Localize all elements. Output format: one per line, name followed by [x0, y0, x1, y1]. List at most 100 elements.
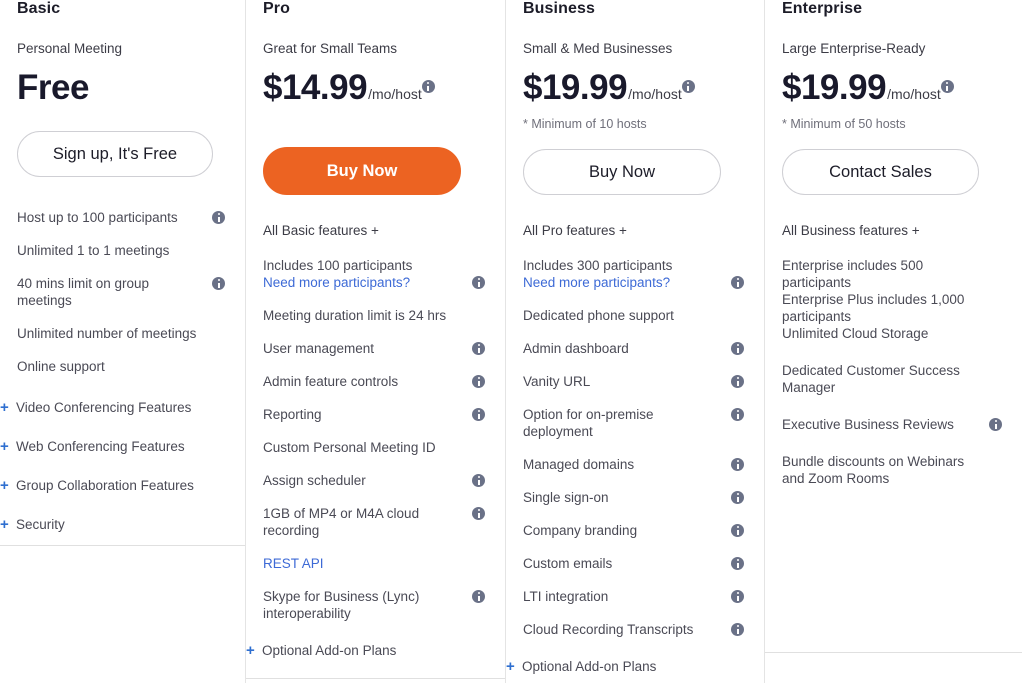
- feature-list-basic: Host up to 100 participants Unlimited 1 …: [0, 209, 227, 533]
- info-icon[interactable]: [472, 408, 485, 421]
- info-icon[interactable]: [472, 276, 485, 289]
- feature-label: Vanity URL: [523, 374, 591, 389]
- info-icon[interactable]: [731, 491, 744, 504]
- info-icon[interactable]: [681, 80, 695, 93]
- plan-price-business: $19.99: [523, 68, 628, 107]
- feature-item: Executive Business Reviews: [782, 416, 1004, 433]
- expander-optional-addon-plans[interactable]: + Optional Add-on Plans: [506, 658, 746, 675]
- feature-label: Unlimited Cloud Storage: [782, 326, 929, 341]
- feature-label: Single sign-on: [523, 490, 609, 505]
- plus-icon: +: [0, 438, 9, 455]
- buy-now-button[interactable]: Buy Now: [523, 149, 721, 195]
- feature-label: Admin dashboard: [523, 341, 629, 356]
- feature-list-business: Includes 300 participants Need more part…: [506, 257, 746, 675]
- feature-label: Skype for Business (Lync) interoperabili…: [263, 589, 420, 621]
- plan-column-pro: Pro Great for Small Teams $14.99 /mo/hos…: [245, 0, 505, 683]
- feature-label: User management: [263, 341, 375, 356]
- info-icon[interactable]: [212, 211, 225, 224]
- info-icon[interactable]: [472, 507, 485, 520]
- plan-column-enterprise: Enterprise Large Enterprise-Ready $19.99…: [764, 0, 1022, 683]
- info-icon[interactable]: [731, 375, 744, 388]
- rest-api-link[interactable]: REST API: [263, 555, 461, 572]
- expander-video-conferencing-features[interactable]: + Video Conferencing Features: [0, 399, 227, 416]
- feature-item: Assign scheduler: [263, 472, 487, 489]
- info-icon[interactable]: [472, 590, 485, 603]
- feature-label: Custom emails: [523, 556, 613, 571]
- info-icon[interactable]: [989, 418, 1002, 431]
- expander-label: Video Conferencing Features: [16, 400, 192, 415]
- feature-item: Bundle discounts on Webinars and Zoom Ro…: [782, 453, 1004, 487]
- expander-optional-addon-plans[interactable]: + Optional Add-on Plans: [246, 642, 487, 659]
- feature-label: LTI integration: [523, 589, 609, 604]
- info-icon[interactable]: [472, 474, 485, 487]
- info-icon[interactable]: [472, 342, 485, 355]
- expander-security[interactable]: + Security: [0, 516, 227, 533]
- feature-item: Admin dashboard: [523, 340, 746, 357]
- feature-item: Host up to 100 participants: [17, 209, 227, 226]
- expander-label: Security: [16, 517, 65, 532]
- plan-tagline-basic: Personal Meeting: [17, 41, 123, 56]
- feature-item: Unlimited number of meetings: [17, 325, 227, 342]
- expander-label: Optional Add-on Plans: [522, 659, 657, 674]
- info-icon[interactable]: [940, 80, 954, 93]
- info-icon[interactable]: [421, 80, 435, 93]
- feature-item: Option for on-premise deployment: [523, 406, 746, 440]
- feature-item: Dedicated phone support: [523, 307, 746, 324]
- feature-label: Reporting: [263, 407, 322, 422]
- feature-label: Assign scheduler: [263, 473, 366, 488]
- cta-wrap-pro: Buy Now: [263, 147, 487, 195]
- feature-item: User management: [263, 340, 487, 357]
- feature-label: 1GB of MP4 or M4A cloud recording: [263, 506, 420, 538]
- feature-item: Dedicated Customer Success Manager: [782, 362, 1004, 396]
- feature-item: Skype for Business (Lync) interoperabili…: [263, 588, 487, 622]
- plan-price-enterprise: $19.99: [782, 68, 887, 107]
- plus-icon: +: [246, 642, 255, 659]
- feature-item: Cloud Recording Transcripts: [523, 621, 746, 638]
- plan-title-business: Business: [523, 0, 595, 17]
- card-bottom-divider: [765, 652, 1022, 653]
- feature-label: Company branding: [523, 523, 638, 538]
- plan-price-unit-business: /mo/host: [628, 86, 682, 102]
- info-icon[interactable]: [731, 590, 744, 603]
- feature-item: Online support: [17, 358, 227, 375]
- expander-label: Web Conferencing Features: [16, 439, 185, 454]
- info-icon[interactable]: [731, 557, 744, 570]
- info-icon[interactable]: [731, 458, 744, 471]
- plan-tagline-enterprise: Large Enterprise-Ready: [782, 41, 926, 56]
- includes-heading-business: All Pro features +: [523, 223, 627, 238]
- feature-label: Enterprise includes 500 participants: [782, 258, 924, 290]
- expander-web-conferencing-features[interactable]: + Web Conferencing Features: [0, 438, 227, 455]
- plan-title-basic: Basic: [17, 0, 61, 17]
- contact-sales-button[interactable]: Contact Sales: [782, 149, 979, 195]
- info-icon[interactable]: [472, 375, 485, 388]
- need-more-participants-link[interactable]: Need more participants?: [523, 274, 720, 291]
- need-more-participants-link[interactable]: Need more participants?: [263, 274, 461, 291]
- feature-item: Includes 100 participants Need more part…: [263, 257, 487, 291]
- info-icon[interactable]: [731, 524, 744, 537]
- buy-now-button[interactable]: Buy Now: [263, 147, 461, 195]
- plan-price-basic: Free: [17, 68, 89, 107]
- plan-tagline-business: Small & Med Businesses: [523, 41, 673, 56]
- feature-label: Includes 300 participants: [523, 258, 673, 273]
- feature-list-enterprise: Enterprise includes 500 participants Ent…: [782, 257, 1004, 487]
- info-icon[interactable]: [731, 342, 744, 355]
- plan-price-unit-enterprise: /mo/host: [887, 86, 941, 102]
- feature-label: Dedicated Customer Success Manager: [782, 363, 960, 395]
- feature-label: Cloud Recording Transcripts: [523, 622, 694, 637]
- cta-wrap-enterprise: Contact Sales: [782, 149, 1004, 195]
- info-icon[interactable]: [731, 408, 744, 421]
- info-icon[interactable]: [731, 623, 744, 636]
- plan-price-unit-pro: /mo/host: [368, 86, 422, 102]
- feature-item: Includes 300 participants Need more part…: [523, 257, 746, 291]
- signup-button[interactable]: Sign up, It's Free: [17, 131, 213, 177]
- feature-label: Executive Business Reviews: [782, 417, 954, 432]
- expander-group-collaboration-features[interactable]: + Group Collaboration Features: [0, 477, 227, 494]
- plan-column-business: Business Small & Med Businesses $19.99 /…: [505, 0, 764, 683]
- info-icon[interactable]: [731, 276, 744, 289]
- feature-item: REST API: [263, 555, 487, 572]
- feature-item: Vanity URL: [523, 373, 746, 390]
- card-bottom-divider: [246, 678, 505, 679]
- feature-label: Online support: [17, 359, 105, 374]
- info-icon[interactable]: [212, 277, 225, 290]
- plan-price-note-business: * Minimum of 10 hosts: [523, 117, 647, 131]
